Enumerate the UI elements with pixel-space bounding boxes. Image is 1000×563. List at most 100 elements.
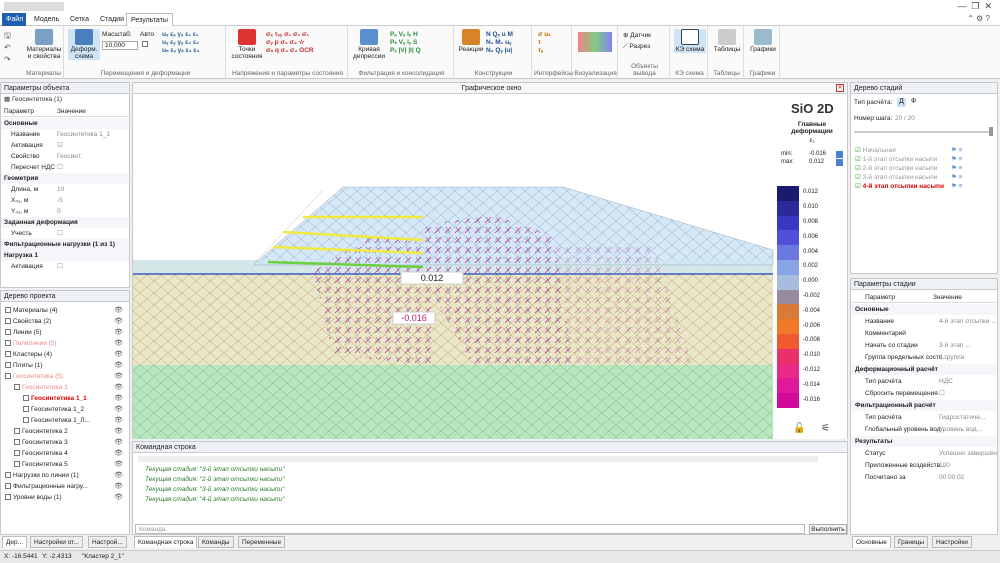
param-value[interactable]: ☐ bbox=[57, 228, 63, 239]
tree-item[interactable]: Геосинтетика 1_2 👁 bbox=[1, 404, 129, 415]
auto-checkbox[interactable] bbox=[142, 41, 148, 47]
reactions-button[interactable]: Реакции bbox=[458, 29, 484, 53]
tree-item[interactable]: Геосинтетика 4 👁 bbox=[1, 448, 129, 459]
tree-checkbox[interactable] bbox=[14, 428, 20, 435]
visualization-icons[interactable] bbox=[578, 32, 612, 52]
stage-param-value[interactable]: Гидростатиче... bbox=[939, 412, 985, 423]
section-button[interactable]: ⟋ Разрез bbox=[623, 43, 650, 51]
stage-param-row[interactable]: Тип расчёта Гидростатиче... bbox=[851, 412, 997, 423]
stage-param-value[interactable]: 4-й этап отсыпки ... bbox=[939, 316, 997, 327]
tree-checkbox[interactable] bbox=[23, 395, 29, 402]
help-settings-icons[interactable]: ⌃ ⚙ ? bbox=[967, 14, 990, 23]
calc-type-deform-button[interactable]: Д bbox=[897, 98, 906, 107]
param-value[interactable]: Геосинт. bbox=[57, 151, 82, 162]
visibility-icon[interactable]: 👁 bbox=[114, 426, 123, 437]
object-selector[interactable]: ▦ Геосинтетика (1) bbox=[4, 95, 62, 105]
param-row[interactable]: Пересчет НДС ☐ bbox=[1, 162, 129, 173]
stage-item[interactable]: ☑ 4-й этап отсыпки насыпи ⚑ ≡ bbox=[851, 181, 997, 192]
tab-commands[interactable]: Команды bbox=[198, 536, 234, 548]
tree-item[interactable]: Геосинтетика (5) 👁 bbox=[1, 371, 129, 382]
run-button[interactable]: Выполнить bbox=[809, 524, 847, 534]
tree-item[interactable]: Материалы (4) 👁 bbox=[1, 305, 129, 316]
tree-item[interactable]: Геосинтетика 1_Л... 👁 bbox=[1, 415, 129, 426]
param-value[interactable]: 10 bbox=[57, 184, 64, 195]
depression-curve-button[interactable]: Кривая депрессии bbox=[352, 29, 386, 60]
param-value[interactable]: ☐ bbox=[57, 162, 63, 173]
visibility-icon[interactable]: 👁 bbox=[114, 382, 123, 393]
max-locate-icon[interactable] bbox=[836, 159, 843, 166]
param-value[interactable]: Геосинтетика 1_1 bbox=[57, 129, 110, 140]
stage-param-row[interactable]: Глобальный уровень вод... Уровень вод... bbox=[851, 424, 997, 435]
tree-item[interactable]: Плиты (1) 👁 bbox=[1, 360, 129, 371]
stage-param-value[interactable]: II группа bbox=[939, 352, 964, 363]
visibility-icon[interactable]: 👁 bbox=[114, 459, 123, 470]
stage-param-row[interactable]: Посчитано за 00:00:02 bbox=[851, 472, 997, 483]
state-points-button[interactable]: Точки состояния bbox=[230, 29, 264, 60]
visibility-icon[interactable]: 👁 bbox=[114, 492, 123, 503]
fe-scheme-button[interactable]: КЭ схема bbox=[674, 29, 706, 53]
project-tree[interactable]: Материалы (4) 👁 Свойства (2) 👁 Линии (5) 👁 Пол… bbox=[1, 303, 129, 523]
min-locate-icon[interactable] bbox=[836, 151, 843, 158]
tree-checkbox[interactable] bbox=[14, 384, 20, 391]
param-row[interactable]: X₀₁, м -5 bbox=[1, 195, 129, 206]
tree-checkbox[interactable] bbox=[23, 417, 29, 424]
stage-param-row[interactable]: Группа предельных состо... II группа bbox=[851, 352, 997, 363]
tree-checkbox[interactable] bbox=[5, 340, 11, 347]
stage-param-row[interactable]: Приложенные воздейств... 100 bbox=[851, 460, 997, 471]
visibility-icon[interactable]: 👁 bbox=[114, 316, 123, 327]
sensor-button[interactable]: ⊕ Датчик bbox=[623, 31, 651, 39]
param-row[interactable]: Активация ☐ bbox=[1, 261, 129, 272]
stage-param-row[interactable]: Название 4-й этап отсыпки ... bbox=[851, 316, 997, 327]
tree-item[interactable]: Геосинтетика 1 👁 bbox=[1, 382, 129, 393]
stage-param-value[interactable]: 00:00:02 bbox=[939, 472, 964, 483]
tree-checkbox[interactable] bbox=[5, 483, 11, 490]
stage-param-value[interactable]: 3-й этап ... bbox=[939, 340, 971, 351]
tree-item[interactable]: Геосинтетика 3 👁 bbox=[1, 437, 129, 448]
stage-params-grid[interactable]: Основные Название 4-й этап отсыпки ... Комм… bbox=[851, 304, 997, 504]
tree-item[interactable]: Линии (5) 👁 bbox=[1, 327, 129, 338]
tree-checkbox[interactable] bbox=[14, 450, 20, 457]
visibility-icon[interactable]: 👁 bbox=[114, 371, 123, 382]
stage-param-row[interactable]: Статус Успешно завершён bbox=[851, 448, 997, 459]
stage-param-row[interactable]: Тип расчёта НДС bbox=[851, 376, 997, 387]
tab-variables[interactable]: Переменные bbox=[238, 536, 286, 548]
tree-item[interactable]: Фильтрационные нагру... 👁 bbox=[1, 481, 129, 492]
tab-display-settings[interactable]: Настройки от... bbox=[30, 536, 83, 548]
materials-button[interactable]: Материалы и свойства bbox=[26, 29, 62, 60]
param-row[interactable]: Y₀₁, м 0 bbox=[1, 206, 129, 217]
graphs-button[interactable]: Графики bbox=[748, 29, 778, 53]
tree-checkbox[interactable] bbox=[14, 439, 20, 446]
stage-param-value[interactable]: 100 bbox=[939, 460, 950, 471]
tree-item[interactable]: Геосинтетика 1_1 👁 bbox=[1, 393, 129, 404]
visibility-icon[interactable]: 👁 bbox=[114, 360, 123, 371]
stage-check-icon[interactable]: ☑ bbox=[855, 147, 863, 154]
tree-checkbox[interactable] bbox=[5, 318, 11, 325]
tab-stages[interactable]: Стадии bbox=[96, 13, 128, 26]
structure-symbols[interactable]: N Qₓ u M N₁ M₁ uᵧ N₂ Qᵧ |u| bbox=[486, 31, 513, 55]
tree-item[interactable]: Геосинтетика 2 👁 bbox=[1, 426, 129, 437]
tree-item[interactable]: Геосинтетика 5 👁 bbox=[1, 459, 129, 470]
tree-item[interactable]: Полилинии (5) 👁 bbox=[1, 338, 129, 349]
visibility-icon[interactable]: 👁 bbox=[114, 404, 123, 415]
tree-item[interactable]: Уровни воды (1) 👁 bbox=[1, 492, 129, 503]
tab-mesh[interactable]: Сетка bbox=[66, 13, 93, 26]
tab-command-line[interactable]: Командная строка bbox=[134, 536, 198, 548]
visibility-icon[interactable]: 👁 bbox=[114, 338, 123, 349]
tree-checkbox[interactable] bbox=[5, 307, 11, 314]
stage-param-row[interactable]: Комментарий bbox=[851, 328, 997, 339]
command-input[interactable]: Команда bbox=[135, 524, 805, 534]
tree-item[interactable]: Свойства (2) 👁 bbox=[1, 316, 129, 327]
step-slider[interactable] bbox=[854, 131, 992, 133]
close-icon[interactable]: ✕ bbox=[836, 84, 844, 92]
param-row[interactable]: Длина, м 10 bbox=[1, 184, 129, 195]
sliders-icon[interactable]: ⚟ bbox=[821, 423, 830, 434]
visibility-icon[interactable]: 👁 bbox=[114, 393, 123, 404]
tab-tree[interactable]: Дер... bbox=[2, 536, 28, 548]
stage-icons[interactable]: ⚑ ≡ bbox=[951, 181, 962, 192]
visibility-icon[interactable]: 👁 bbox=[114, 327, 123, 338]
stage-param-value[interactable]: Успешно завершён bbox=[939, 448, 997, 459]
quick-access-icons[interactable]: 🖫 ↶ ↷ bbox=[4, 30, 18, 70]
tab-main[interactable]: Основные bbox=[852, 536, 891, 548]
window-controls[interactable]: — ❐ ✕ bbox=[957, 1, 992, 12]
interface-symbols[interactable]: σ uₛ τ τₐ bbox=[538, 31, 551, 55]
